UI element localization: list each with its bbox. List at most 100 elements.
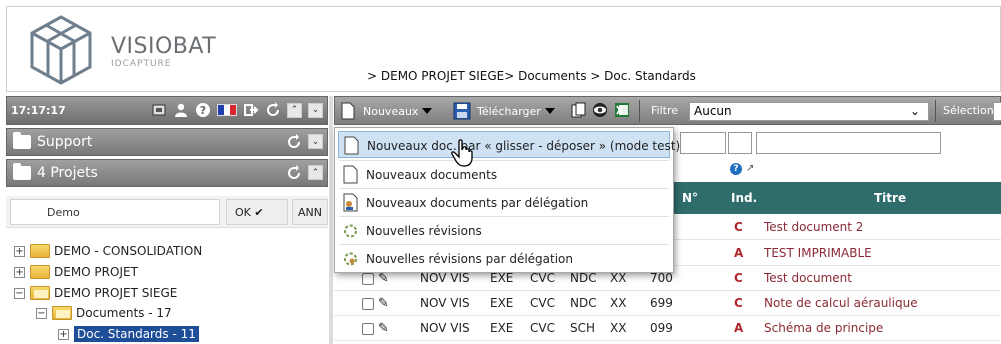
support-label: Support bbox=[37, 134, 93, 150]
expand-plus-icon[interactable]: + bbox=[14, 245, 25, 257]
tree-item-label: DEMO PROJET bbox=[54, 265, 138, 279]
help-icon[interactable]: ? bbox=[195, 102, 211, 118]
row-checkbox[interactable] bbox=[362, 323, 374, 335]
cell-emetteur: NOV VIS bbox=[420, 296, 470, 310]
column-tools: ? ↗ bbox=[730, 163, 754, 175]
refresh-icon[interactable] bbox=[286, 134, 302, 150]
collapse-down-icon[interactable]: ⌄ bbox=[308, 102, 323, 118]
documents-toolbar: Nouveaux Télécharger Filtre Aucun ⌄ Séle… bbox=[334, 96, 1001, 125]
french-flag-icon[interactable] bbox=[217, 104, 237, 116]
cell-type: SCH bbox=[570, 321, 596, 335]
row-checkbox[interactable] bbox=[362, 298, 374, 310]
view-eye-icon[interactable] bbox=[592, 102, 608, 118]
chevron-down-icon bbox=[544, 108, 555, 114]
column-header-titre[interactable]: Titre bbox=[874, 191, 906, 205]
brand-name: VISIOBAT bbox=[111, 34, 217, 59]
cell-titre[interactable]: Schéma de principe bbox=[764, 321, 883, 335]
copy-icon[interactable] bbox=[571, 102, 587, 118]
hand-cursor-icon bbox=[451, 139, 473, 167]
refresh-icon[interactable] bbox=[286, 165, 302, 181]
menu-item-label: Nouvelles révisions bbox=[366, 224, 482, 238]
new-document-icon bbox=[343, 165, 358, 184]
table-row[interactable]: ✎ NOV VIS EXE CVC NDC XX 699 C Note de c… bbox=[334, 291, 1001, 316]
help-icon[interactable]: ? bbox=[730, 163, 742, 175]
cell-emetteur: NOV VIS bbox=[420, 321, 470, 335]
cell-lot: CVC bbox=[530, 296, 555, 310]
expand-plus-icon[interactable]: + bbox=[14, 266, 25, 278]
projects-label: 4 Projets bbox=[37, 165, 98, 181]
cancel-button[interactable]: ANN bbox=[292, 199, 328, 225]
nouveaux-label: Nouveaux bbox=[363, 104, 419, 118]
cell-num: 700 bbox=[650, 271, 673, 285]
app-header: VISIOBAT IDCAPTURE > DEMO PROJET SIEGE> … bbox=[6, 6, 1001, 92]
save-disk-icon bbox=[453, 102, 471, 120]
resize-arrow-icon[interactable]: ↗ bbox=[746, 163, 754, 175]
menu-item-label: Nouveaux doc. par « glisser - déposer » … bbox=[367, 139, 681, 153]
selection-select[interactable] bbox=[993, 102, 1001, 121]
filter-select[interactable]: Aucun ⌄ bbox=[689, 102, 929, 121]
breadcrumb: > DEMO PROJET SIEGE> Documents > Doc. St… bbox=[367, 69, 696, 83]
folder-icon bbox=[30, 265, 50, 279]
cell-niveau: XX bbox=[610, 296, 627, 310]
telecharger-button[interactable]: Télécharger bbox=[453, 102, 555, 120]
chevron-down-icon bbox=[422, 108, 433, 114]
cell-titre[interactable]: Note de calcul aéraulique bbox=[764, 296, 918, 310]
menu-item-new-revisions[interactable]: Nouvelles révisions bbox=[338, 217, 670, 244]
ok-button[interactable]: OK ✔ bbox=[226, 199, 288, 225]
nouveaux-button[interactable]: Nouveaux bbox=[341, 102, 433, 120]
collapse-minus-icon[interactable]: − bbox=[36, 307, 47, 319]
expand-plus-icon[interactable]: + bbox=[58, 328, 69, 340]
collapse-minus-icon[interactable]: − bbox=[14, 287, 25, 299]
collapse-up-icon[interactable]: ⌃ bbox=[287, 102, 302, 118]
edit-pen-icon[interactable]: ✎ bbox=[378, 321, 389, 336]
num-filter-input[interactable] bbox=[680, 132, 726, 154]
cell-emetteur: NOV VIS bbox=[420, 271, 470, 285]
cell-ind: C bbox=[734, 296, 743, 310]
tree-item-doc-standards[interactable]: + Doc. Standards - 11 bbox=[58, 324, 199, 344]
left-toolbar-icons: ? ⌃ ⌄ bbox=[151, 102, 323, 118]
tree-item-label: Documents - 17 bbox=[76, 306, 172, 320]
user-icon[interactable] bbox=[173, 102, 189, 118]
cell-type: NDC bbox=[570, 271, 597, 285]
nouveaux-dropdown-menu: Nouveaux doc. par « glisser - déposer » … bbox=[334, 127, 680, 273]
cell-titre[interactable]: TEST IMPRIMABLE bbox=[764, 246, 872, 260]
folder-icon bbox=[13, 132, 31, 149]
support-section[interactable]: Support ⌄ bbox=[6, 128, 328, 156]
project-search-input[interactable]: Demo bbox=[10, 199, 220, 225]
expand-icon[interactable]: ⌄ bbox=[308, 134, 323, 149]
tree-item-demo-projet-siege[interactable]: − DEMO PROJET SIEGE bbox=[14, 283, 177, 303]
logout-icon[interactable] bbox=[243, 102, 259, 118]
table-row[interactable]: ✎ NOV VIS EXE CVC SCH XX 099 A Schéma de… bbox=[334, 316, 1001, 341]
panel-splitter[interactable] bbox=[329, 96, 333, 344]
tree-item-demo-consolidation[interactable]: + DEMO - CONSOLIDATION bbox=[14, 241, 202, 261]
ind-filter-input[interactable] bbox=[728, 132, 752, 154]
titre-filter-input[interactable] bbox=[756, 132, 941, 154]
tree-item-demo-projet[interactable]: + DEMO PROJET bbox=[14, 262, 138, 282]
screenshot-icon[interactable] bbox=[151, 102, 167, 118]
edit-pen-icon[interactable]: ✎ bbox=[378, 271, 389, 286]
cell-ind: A bbox=[734, 321, 744, 335]
column-header-ind[interactable]: Ind. bbox=[731, 191, 757, 205]
toolbar-separator bbox=[639, 100, 640, 122]
filter-select-value: Aucun bbox=[694, 104, 732, 118]
cell-ind: C bbox=[734, 271, 743, 285]
menu-item-label: Nouveaux documents par délégation bbox=[366, 196, 589, 210]
folder-icon bbox=[30, 244, 50, 258]
cell-phase: EXE bbox=[490, 296, 514, 310]
cell-niveau: XX bbox=[610, 321, 627, 335]
projects-section[interactable]: 4 Projets ⌃ bbox=[6, 159, 328, 187]
cell-titre[interactable]: Test document bbox=[764, 271, 852, 285]
menu-item-new-documents-delegation[interactable]: Nouveaux documents par délégation bbox=[338, 189, 670, 216]
refresh-icon[interactable] bbox=[265, 102, 281, 118]
collapse-icon[interactable]: ⌃ bbox=[308, 165, 323, 180]
row-checkbox[interactable] bbox=[362, 273, 374, 285]
column-header-num[interactable]: N° bbox=[682, 191, 698, 205]
menu-item-drag-drop[interactable]: Nouveaux doc. par « glisser - déposer » … bbox=[338, 131, 680, 158]
menu-item-new-revisions-delegation[interactable]: Nouvelles révisions par délégation bbox=[338, 245, 670, 272]
delegation-document-icon bbox=[343, 193, 358, 212]
cell-titre[interactable]: Test document 2 bbox=[764, 220, 863, 234]
excel-export-icon[interactable] bbox=[614, 102, 630, 118]
menu-item-new-documents[interactable]: Nouveaux documents bbox=[338, 161, 670, 188]
tree-item-documents[interactable]: − Documents - 17 bbox=[36, 303, 172, 323]
edit-pen-icon[interactable]: ✎ bbox=[378, 296, 389, 311]
